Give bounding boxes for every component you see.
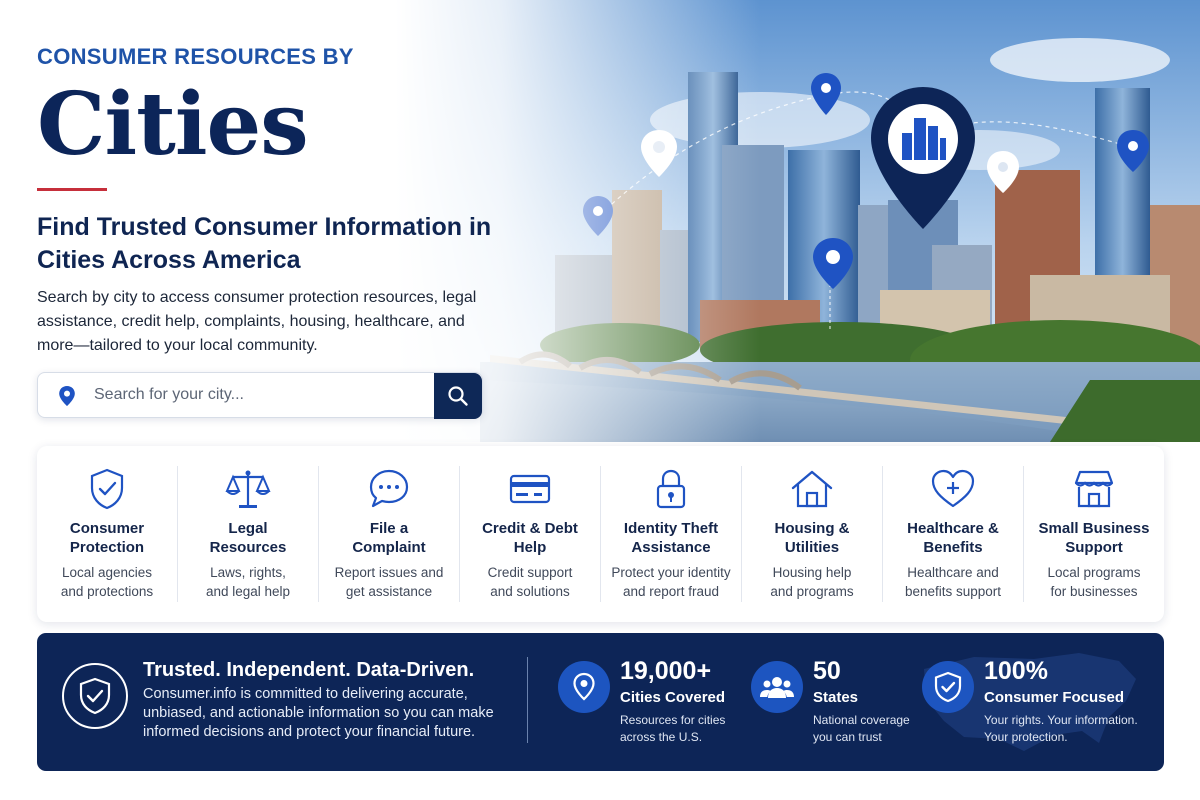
stat-caption: Your rights. Your information. Your prot… <box>984 713 1138 744</box>
map-pin-icon <box>1117 130 1149 172</box>
shield-check-icon <box>79 677 111 715</box>
category-title: Housing & Utilities <box>774 520 850 556</box>
banner-divider <box>527 657 528 743</box>
category-description: Credit support and solutions <box>487 565 573 599</box>
stat-label: States <box>813 689 859 706</box>
category-small-business[interactable]: Small Business Support Local programs fo… <box>1024 466 1164 602</box>
category-description: Report issues and get assistance <box>334 565 444 599</box>
category-title: Identity Theft Assistance <box>623 520 719 556</box>
page-title: Cities <box>37 74 309 175</box>
scales-icon <box>225 470 271 508</box>
search-icon <box>448 386 468 406</box>
category-legal-resources[interactable]: Legal Resources Laws, rights, and legal … <box>178 466 319 602</box>
map-pin-icon <box>813 238 853 289</box>
people-icon <box>760 677 794 698</box>
stat-number: 19,000+ <box>620 657 712 685</box>
category-identity-theft[interactable]: Identity Theft Assistance Protect your i… <box>601 466 742 602</box>
title-accent-rule <box>37 188 107 191</box>
credit-card-icon <box>509 474 551 504</box>
chat-bubble-icon <box>369 469 409 508</box>
category-title: File a Complaint <box>352 520 426 556</box>
category-cards: Consumer Protection Local agencies and p… <box>37 446 1164 622</box>
hero-description: Search by city to access consumer protec… <box>37 289 477 354</box>
category-title: Small Business Support <box>1038 520 1150 556</box>
category-healthcare-benefits[interactable]: Healthcare & Benefits Healthcare and ben… <box>883 466 1024 602</box>
location-pin-icon <box>59 386 75 406</box>
lock-icon <box>656 469 686 509</box>
hero-subheading: Find Trusted Consumer Information in Cit… <box>37 213 492 274</box>
category-title: Consumer Protection <box>69 520 145 556</box>
map-pin-icon <box>811 73 841 115</box>
storefront-icon <box>1074 470 1114 508</box>
category-title: Legal Resources <box>209 520 287 556</box>
category-description: Healthcare and benefits support <box>904 565 1002 599</box>
shield-check-icon <box>934 671 962 703</box>
category-description: Laws, rights, and legal help <box>205 565 291 599</box>
hero-copy: CONSUMER RESOURCES BY Cities Find Truste… <box>37 44 507 358</box>
stat-caption: Resources for cities across the U.S. <box>620 713 726 744</box>
search-button[interactable] <box>434 373 482 419</box>
category-housing-utilities[interactable]: Housing & Utilities Housing help and pro… <box>742 466 883 602</box>
category-credit-debt[interactable]: Credit & Debt Help Credit support and so… <box>460 466 601 602</box>
trust-shield-badge <box>62 663 128 729</box>
map-pin-icon <box>987 151 1019 193</box>
category-consumer-protection[interactable]: Consumer Protection Local agencies and p… <box>37 466 178 602</box>
stat-caption: National coverage you can trust <box>813 713 910 744</box>
stat-label: Cities Covered <box>620 689 726 706</box>
trust-banner: Trusted. Independent. Data-Driven. Consu… <box>37 633 1164 771</box>
city-pin-icon <box>871 87 975 229</box>
stat-number: 100% <box>984 657 1048 685</box>
shield-check-icon <box>90 468 124 510</box>
category-description: Housing help and programs <box>770 565 854 599</box>
city-search-input[interactable] <box>94 381 424 409</box>
category-description: Local agencies and protections <box>60 565 154 599</box>
trust-heading: Trusted. Independent. Data-Driven. <box>143 659 475 681</box>
map-pin-icon <box>573 672 595 701</box>
hero-section: CONSUMER RESOURCES BY Cities Find Truste… <box>0 0 1200 442</box>
hero-eyebrow: CONSUMER RESOURCES BY <box>37 44 354 69</box>
category-description: Local programs for businesses <box>1047 565 1141 599</box>
house-icon <box>791 470 833 508</box>
stat-label: Consumer Focused <box>984 689 1125 706</box>
stat-number: 50 <box>813 657 841 685</box>
city-search-bar <box>37 372 483 419</box>
category-description: Protect your identity and report fraud <box>611 565 731 599</box>
heart-plus-icon <box>931 469 975 508</box>
category-title: Healthcare & Benefits <box>907 520 999 556</box>
trust-description: Consumer.info is committed to delivering… <box>143 686 494 740</box>
category-title: Credit & Debt Help <box>482 520 578 556</box>
category-file-complaint[interactable]: File a Complaint Report issues and get a… <box>319 466 460 602</box>
